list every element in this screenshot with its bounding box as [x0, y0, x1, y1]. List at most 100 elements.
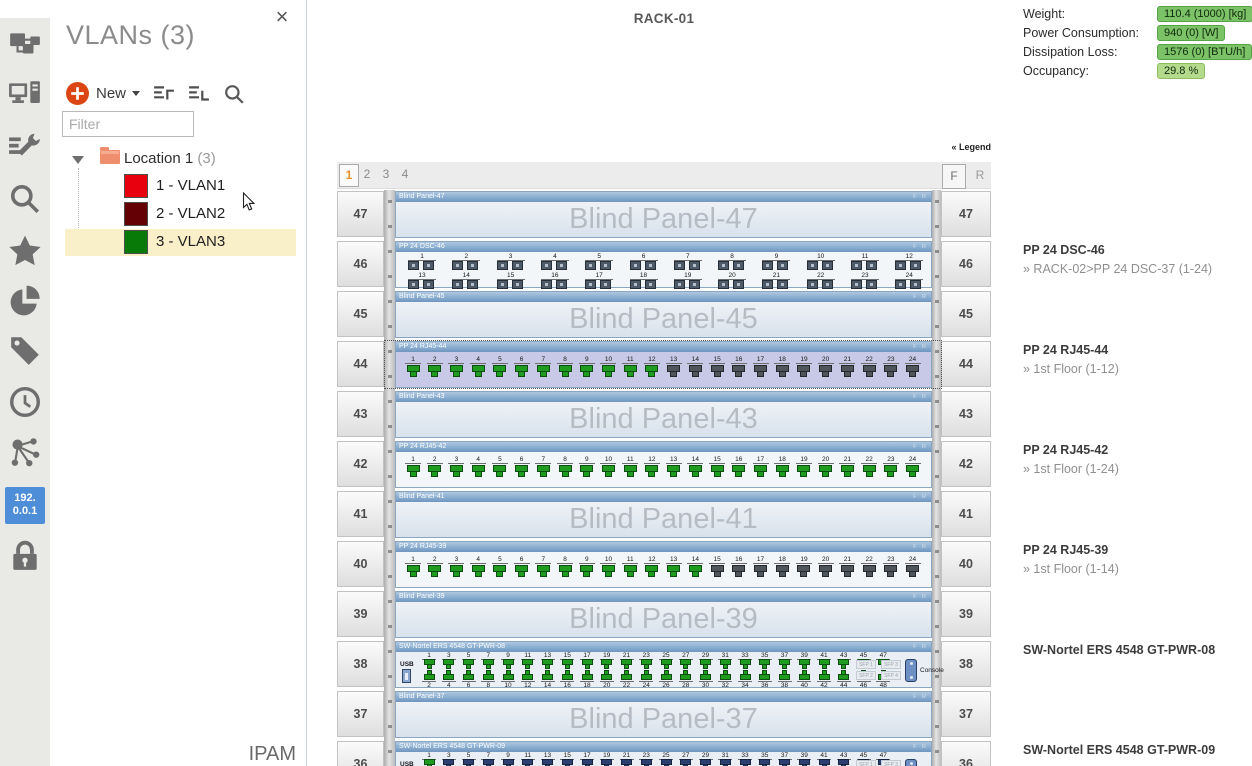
rj45-port[interactable]	[580, 565, 593, 577]
rj45-port[interactable]	[483, 670, 494, 680]
rj45-port[interactable]	[443, 759, 454, 766]
dsc-port-pair[interactable]	[895, 261, 921, 270]
server-tools-icon[interactable]	[8, 130, 42, 164]
rj45-port[interactable]	[838, 670, 849, 680]
rj45-port[interactable]	[493, 565, 506, 577]
rj45-port[interactable]	[424, 659, 435, 669]
rack-panel[interactable]: SW-Nortel ERS 4548 GT-PWR-08F RUSB123456…	[395, 641, 932, 688]
rj45-port[interactable]	[779, 670, 790, 680]
rj45-port[interactable]	[503, 670, 514, 680]
rj45-port[interactable]	[472, 465, 485, 477]
rj45-port[interactable]	[624, 465, 637, 477]
rj45-port[interactable]	[621, 670, 632, 680]
rj45-port[interactable]	[740, 659, 751, 669]
dsc-port-pair[interactable]	[408, 261, 434, 270]
rj45-port[interactable]	[472, 565, 485, 577]
rj45-port[interactable]	[493, 365, 506, 377]
console-port[interactable]	[905, 659, 917, 682]
rj45-port[interactable]	[443, 670, 454, 680]
ipam-section-header[interactable]: IPAM	[249, 743, 296, 766]
rj45-port[interactable]	[661, 759, 672, 766]
vlan-tree-item[interactable]: 1 - VLAN1	[65, 173, 296, 200]
rj45-port[interactable]	[711, 565, 724, 577]
rj45-port[interactable]	[759, 670, 770, 680]
rj45-port[interactable]	[407, 365, 420, 377]
rj45-port[interactable]	[776, 565, 789, 577]
rj45-port[interactable]	[711, 465, 724, 477]
rj45-port[interactable]	[515, 465, 528, 477]
rj45-port[interactable]	[819, 365, 832, 377]
rj45-port[interactable]	[700, 659, 711, 669]
rj45-port[interactable]	[680, 759, 691, 766]
rj45-port[interactable]	[407, 565, 420, 577]
dsc-port-pair[interactable]	[541, 280, 567, 289]
dsc-port-pair[interactable]	[674, 261, 700, 270]
dsc-port-pair[interactable]	[630, 261, 656, 270]
close-icon[interactable]: ×	[270, 4, 294, 30]
sfp-slot[interactable]: SFP 1	[856, 660, 876, 669]
rj45-port[interactable]	[542, 670, 553, 680]
rj45-port[interactable]	[689, 365, 702, 377]
rj45-port[interactable]	[542, 659, 553, 669]
rj45-port[interactable]	[424, 759, 435, 766]
rj45-port[interactable]	[522, 759, 533, 766]
dsc-port-pair[interactable]	[762, 280, 788, 289]
rj45-port[interactable]	[602, 365, 615, 377]
rj45-port[interactable]	[797, 465, 810, 477]
rj45-port[interactable]	[689, 565, 702, 577]
rj45-port[interactable]	[754, 565, 767, 577]
rack-view-tab-1[interactable]: 1	[339, 164, 359, 187]
rack-view-tab-2[interactable]: 2	[358, 167, 376, 181]
rj45-port[interactable]	[562, 759, 573, 766]
tree-expander-icon[interactable]	[72, 156, 84, 164]
rj45-port[interactable]	[906, 465, 919, 477]
rj45-port[interactable]	[601, 670, 612, 680]
vlan-tree-item[interactable]: 3 - VLAN3	[65, 229, 296, 256]
rj45-port[interactable]	[562, 659, 573, 669]
rj45-port[interactable]	[515, 565, 528, 577]
sfp-slot[interactable]: SFP 3	[881, 660, 901, 669]
rack-side-tab-F[interactable]: F	[942, 164, 966, 189]
rj45-port[interactable]	[559, 365, 572, 377]
rj45-port[interactable]	[819, 465, 832, 477]
dsc-port-pair[interactable]	[408, 280, 434, 289]
rack-view-tab-3[interactable]: 3	[377, 167, 395, 181]
rack-panel[interactable]: PP 24 RJ45-44F R123456789101112131415161…	[395, 341, 932, 388]
rj45-port[interactable]	[759, 759, 770, 766]
rj45-port[interactable]	[754, 465, 767, 477]
rj45-port[interactable]	[720, 759, 731, 766]
rj45-port[interactable]	[503, 759, 514, 766]
rj45-port[interactable]	[601, 759, 612, 766]
rj45-port[interactable]	[732, 465, 745, 477]
rj45-port[interactable]	[624, 365, 637, 377]
rj45-port[interactable]	[841, 365, 854, 377]
rj45-port[interactable]	[667, 465, 680, 477]
rack-view-tab-4[interactable]: 4	[396, 167, 414, 181]
sfp-slot[interactable]: SFP 3	[881, 760, 901, 766]
dsc-port-pair[interactable]	[497, 261, 523, 270]
rj45-port[interactable]	[799, 670, 810, 680]
rack-panel[interactable]: Blind Panel-45F RBlind Panel-45	[395, 291, 932, 338]
legend-link[interactable]: « Legend	[880, 142, 991, 152]
rj45-port[interactable]	[443, 659, 454, 669]
rj45-port[interactable]	[463, 670, 474, 680]
rj45-port[interactable]	[732, 565, 745, 577]
rj45-port[interactable]	[493, 465, 506, 477]
dsc-port-pair[interactable]	[585, 261, 611, 270]
dsc-port-pair[interactable]	[541, 261, 567, 270]
rj45-port[interactable]	[537, 565, 550, 577]
dsc-port-pair[interactable]	[718, 280, 744, 289]
clock-icon[interactable]	[8, 385, 42, 419]
rj45-port[interactable]	[863, 365, 876, 377]
rack-panel[interactable]: PP 24 DSC-46F R1132143154165176187198209…	[395, 241, 932, 288]
rj45-port[interactable]	[645, 565, 658, 577]
rj45-port[interactable]	[906, 365, 919, 377]
rj45-port[interactable]	[483, 659, 494, 669]
rj45-port[interactable]	[732, 365, 745, 377]
rj45-port[interactable]	[838, 659, 849, 669]
rj45-port[interactable]	[559, 565, 572, 577]
rj45-port[interactable]	[542, 759, 553, 766]
rack-panel[interactable]: PP 24 RJ45-39F R123456789101112131415161…	[395, 541, 932, 588]
rj45-port[interactable]	[841, 465, 854, 477]
rj45-port[interactable]	[906, 565, 919, 577]
